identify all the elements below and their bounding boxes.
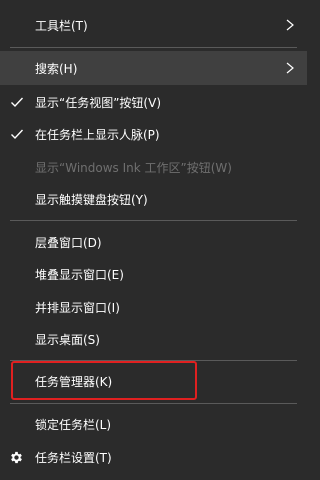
menu-item-cascade-windows[interactable]: 层叠窗口(D) bbox=[0, 225, 307, 259]
menu-item-label: 并排显示窗口(I) bbox=[35, 300, 120, 315]
menu-item-windows-ink: 显示“Windows Ink 工作区”按钮(W) bbox=[0, 150, 307, 184]
menu-item-touch-keyboard[interactable]: 显示触摸键盘按钮(Y) bbox=[0, 182, 307, 216]
menu-item-label: 层叠窗口(D) bbox=[35, 235, 102, 250]
menu-item-show-task-view[interactable]: 显示“任务视图”按钮(V) bbox=[0, 85, 307, 119]
menu-item-label: 在任务栏上显示人脉(P) bbox=[35, 127, 160, 142]
menu-item-label: 显示“任务视图”按钮(V) bbox=[35, 95, 162, 110]
menu-separator bbox=[10, 360, 297, 361]
menu-item-search[interactable]: 搜索(H) bbox=[0, 51, 307, 85]
menu-item-show-people[interactable]: 在任务栏上显示人脉(P) bbox=[0, 117, 307, 151]
menu-item-label: 堆叠显示窗口(E) bbox=[35, 267, 124, 282]
checkmark-icon bbox=[11, 129, 24, 140]
checkmark-icon bbox=[11, 97, 24, 108]
menu-item-label: 显示触摸键盘按钮(Y) bbox=[35, 192, 148, 207]
menu-item-label: 锁定任务栏(L) bbox=[35, 417, 112, 432]
menu-item-label: 任务栏设置(T) bbox=[35, 450, 112, 465]
chevron-right-icon bbox=[286, 62, 294, 74]
chevron-right-icon bbox=[286, 19, 294, 31]
taskbar-context-menu: 工具栏(T) 搜索(H) 显示“任务视图”按钮(V) 在任务栏上显示人脉(P) … bbox=[0, 0, 307, 480]
menu-item-label: 显示“Windows Ink 工作区”按钮(W) bbox=[35, 160, 232, 175]
menu-item-side-by-side[interactable]: 并排显示窗口(I) bbox=[0, 290, 307, 324]
menu-item-stack-windows[interactable]: 堆叠显示窗口(E) bbox=[0, 257, 307, 291]
menu-separator bbox=[10, 403, 297, 404]
menu-separator bbox=[10, 220, 297, 221]
menu-item-show-desktop[interactable]: 显示桌面(S) bbox=[0, 322, 307, 356]
menu-item-label: 搜索(H) bbox=[35, 61, 78, 76]
menu-separator bbox=[10, 47, 297, 48]
menu-item-label: 任务管理器(K) bbox=[35, 374, 113, 389]
menu-item-task-manager[interactable]: 任务管理器(K) bbox=[0, 364, 307, 398]
menu-item-label: 工具栏(T) bbox=[35, 18, 88, 33]
menu-item-taskbar-settings[interactable]: 任务栏设置(T) bbox=[0, 440, 307, 474]
gear-icon bbox=[11, 451, 22, 463]
menu-item-toolbars[interactable]: 工具栏(T) bbox=[0, 8, 307, 42]
menu-item-lock-taskbar[interactable]: 锁定任务栏(L) bbox=[0, 407, 307, 441]
menu-item-label: 显示桌面(S) bbox=[35, 332, 100, 347]
